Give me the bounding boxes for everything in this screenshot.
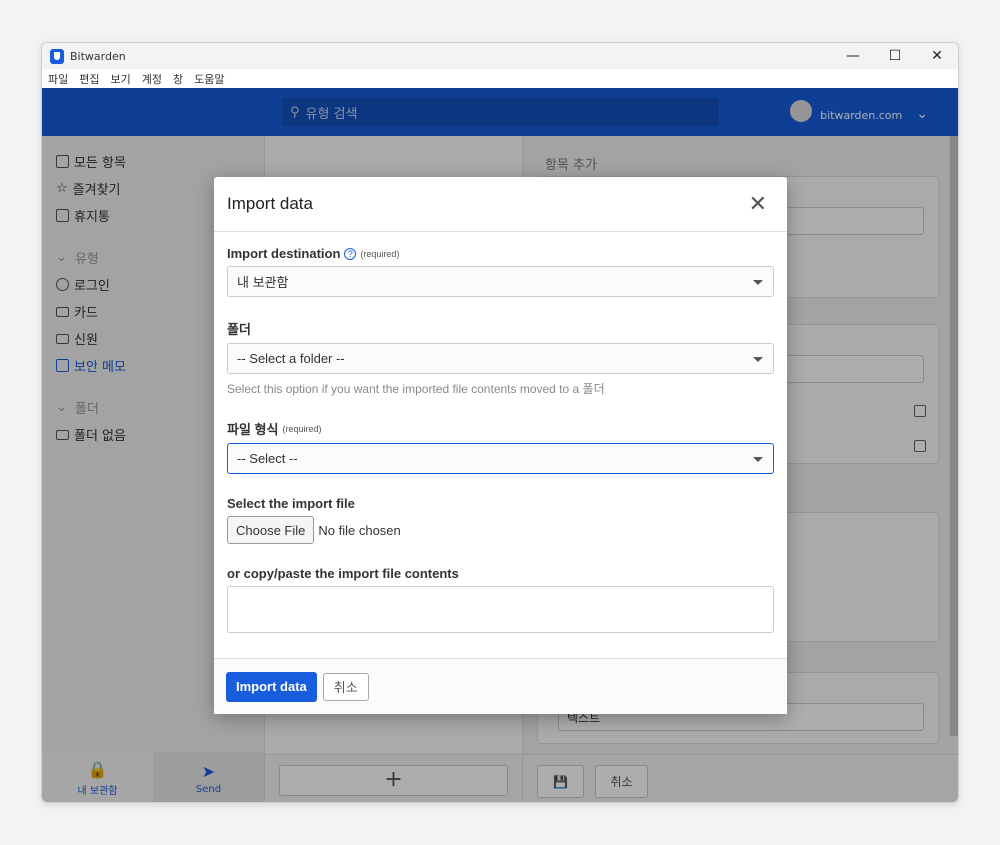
menu-account[interactable]: 계정 [142, 71, 162, 87]
file-contents-textarea[interactable] [227, 586, 774, 633]
help-icon[interactable]: ? [344, 247, 357, 260]
menu-edit[interactable]: 편집 [79, 71, 99, 87]
close-icon[interactable]: ✕ [749, 191, 767, 217]
no-file-text: No file chosen [318, 522, 401, 538]
choose-file-button[interactable]: Choose File [227, 516, 315, 544]
menu-help[interactable]: 도움말 [194, 71, 224, 87]
dialog-header: Import data ✕ [214, 177, 787, 232]
close-window-button[interactable]: ✕ [916, 43, 958, 69]
folder-select[interactable]: -- Select a folder -- [227, 343, 774, 374]
minimize-button[interactable]: — [832, 43, 874, 69]
destination-label: Import destination [227, 246, 341, 261]
file-format-select[interactable]: -- Select -- [227, 443, 774, 474]
menu-file[interactable]: 파일 [48, 71, 68, 87]
bitwarden-logo-icon [50, 48, 64, 64]
format-label: 파일 형식 [227, 422, 279, 437]
dialog-title: Import data [227, 194, 313, 213]
folder-label: 폴더 [227, 322, 251, 337]
import-data-button[interactable]: Import data [226, 671, 317, 702]
window-title: Bitwarden [70, 49, 126, 63]
menu-view[interactable]: 보기 [111, 71, 131, 87]
maximize-button[interactable]: ☐ [874, 43, 916, 69]
required-label: (required) [360, 248, 400, 259]
dialog-footer: Import data 취소 [214, 658, 787, 714]
title-bar: Bitwarden — ☐ ✕ [42, 43, 958, 69]
folder-hint: Select this option if you want the impor… [227, 382, 605, 396]
menu-bar: 파일 편집 보기 계정 창 도움말 [42, 69, 958, 88]
import-dialog: Import data ✕ Import destination? (requir… [214, 177, 787, 714]
cancel-button[interactable]: 취소 [322, 672, 369, 701]
file-label: Select the import file [227, 496, 355, 511]
menu-window[interactable]: 창 [173, 71, 183, 87]
destination-select[interactable]: 내 보관함 [227, 266, 774, 297]
required-label: (required) [282, 423, 322, 434]
paste-label: or copy/paste the import file contents [227, 566, 459, 581]
